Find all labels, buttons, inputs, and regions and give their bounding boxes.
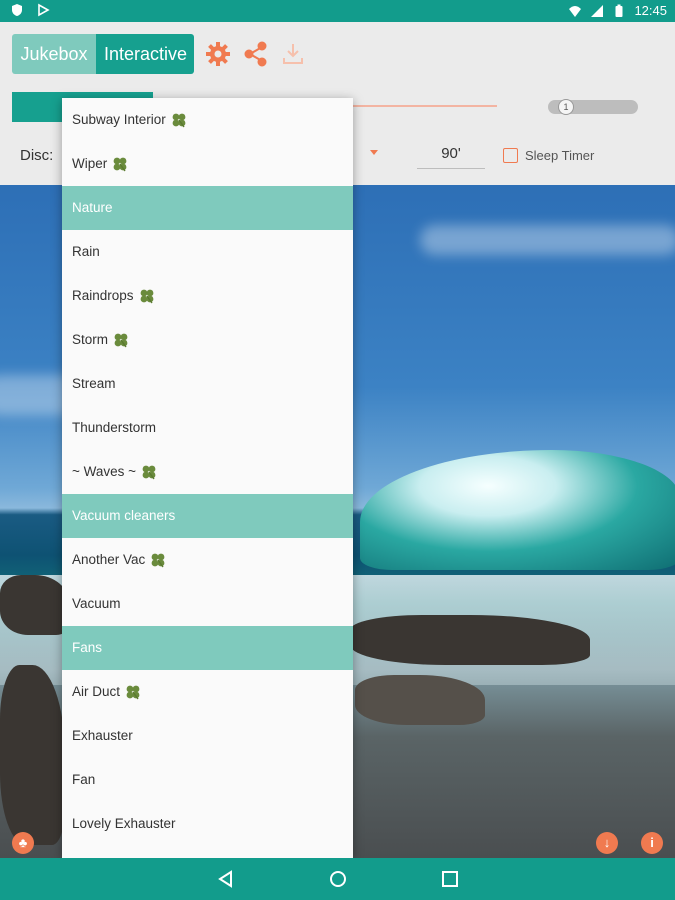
info-icon[interactable]: i: [641, 832, 663, 854]
volume-knob[interactable]: 1: [558, 99, 574, 115]
list-item[interactable]: Storm: [62, 318, 353, 362]
clover-icon: [126, 685, 140, 700]
rock-shape: [350, 615, 590, 665]
battery-icon: [615, 4, 623, 17]
clover-icon: [113, 157, 127, 172]
tab-jukebox[interactable]: Jukebox: [12, 34, 96, 74]
wave-shape: [360, 450, 675, 570]
list-item[interactable]: Thunderstorm: [62, 406, 353, 450]
shield-icon: [12, 4, 22, 16]
rock-shape: [0, 575, 70, 635]
clover-icon: [140, 289, 153, 304]
volume-slider[interactable]: 1: [548, 99, 638, 115]
list-item-label: Rain: [72, 244, 100, 259]
clover-icon: [151, 553, 165, 568]
download-icon[interactable]: ↓: [596, 832, 618, 854]
list-item-label: Storm: [72, 332, 109, 347]
list-item[interactable]: Subway Interior: [62, 98, 353, 142]
gear-icon[interactable]: [204, 40, 232, 68]
play-store-icon: [38, 3, 50, 17]
sound-dropdown-list: Subway Interior Wiper Nature Rain Raindrops S…: [62, 98, 353, 858]
list-section-header: Nature: [62, 186, 353, 230]
download-tray-icon[interactable]: [279, 40, 307, 68]
disc-label: Disc:: [20, 147, 54, 164]
list-item-label: ~ Waves ~: [72, 464, 137, 479]
tab-interactive[interactable]: Interactive: [96, 34, 194, 74]
list-item-label: Vacuum cleaners: [72, 508, 176, 523]
list-section-header: Fans: [62, 626, 353, 670]
minutes-field[interactable]: 90': [417, 145, 485, 169]
list-section-header: Vacuum cleaners: [62, 494, 353, 538]
status-time: 12:45: [634, 3, 667, 18]
list-item-label: Thunderstorm: [72, 420, 157, 435]
list-item-label: Raindrops: [72, 288, 134, 303]
recents-icon[interactable]: [440, 869, 460, 889]
list-item[interactable]: Another Vac: [62, 538, 353, 582]
chevron-down-icon[interactable]: [370, 150, 378, 155]
list-item-label: Stream: [72, 376, 116, 391]
list-item-label: Fans: [72, 640, 103, 655]
home-icon[interactable]: [328, 869, 348, 889]
list-item[interactable]: Exhauster: [62, 714, 353, 758]
list-item[interactable]: Raindrops: [62, 274, 353, 318]
mode-switch: Jukebox Interactive: [12, 34, 194, 74]
clover-icon: [114, 333, 128, 348]
list-item[interactable]: Wiper: [62, 142, 353, 186]
list-item-label: Nature: [72, 200, 113, 215]
list-item[interactable]: Air Duct: [62, 670, 353, 714]
list-item-label: Another Vac: [72, 552, 146, 567]
list-item[interactable]: Vacuum: [62, 582, 353, 626]
list-item[interactable]: Fan: [62, 758, 353, 802]
wifi-icon: [569, 5, 582, 17]
rock-shape: [0, 665, 65, 845]
checkbox-icon[interactable]: [503, 148, 518, 163]
clover-icon: [172, 113, 186, 128]
signal-icon: [591, 4, 604, 17]
list-item[interactable]: Lovely Exhauster: [62, 802, 353, 846]
list-item[interactable]: Stream: [62, 362, 353, 406]
list-item-label: Fan: [72, 772, 96, 787]
sleep-timer-checkbox[interactable]: Sleep Timer: [503, 148, 594, 163]
list-item-label: Subway Interior: [72, 112, 166, 127]
list-item-label: Vacuum: [72, 596, 121, 611]
clover-icon[interactable]: ♣: [12, 832, 34, 854]
share-icon[interactable]: [242, 40, 270, 68]
list-item-label: Exhauster: [72, 728, 133, 743]
list-item-label: Wiper: [72, 156, 108, 171]
list-item-label: Lovely Exhauster: [72, 816, 176, 831]
list-item[interactable]: Rain: [62, 230, 353, 274]
rock-shape: [355, 675, 485, 725]
sleep-timer-label: Sleep Timer: [525, 148, 595, 163]
cloud-shape: [420, 225, 675, 255]
status-bar: 12:45: [0, 0, 675, 22]
navigation-bar: [0, 858, 675, 900]
back-icon[interactable]: [216, 869, 236, 889]
list-item[interactable]: ~ Waves ~: [62, 450, 353, 494]
clover-icon: [142, 465, 156, 480]
list-item-label: Air Duct: [72, 684, 121, 699]
